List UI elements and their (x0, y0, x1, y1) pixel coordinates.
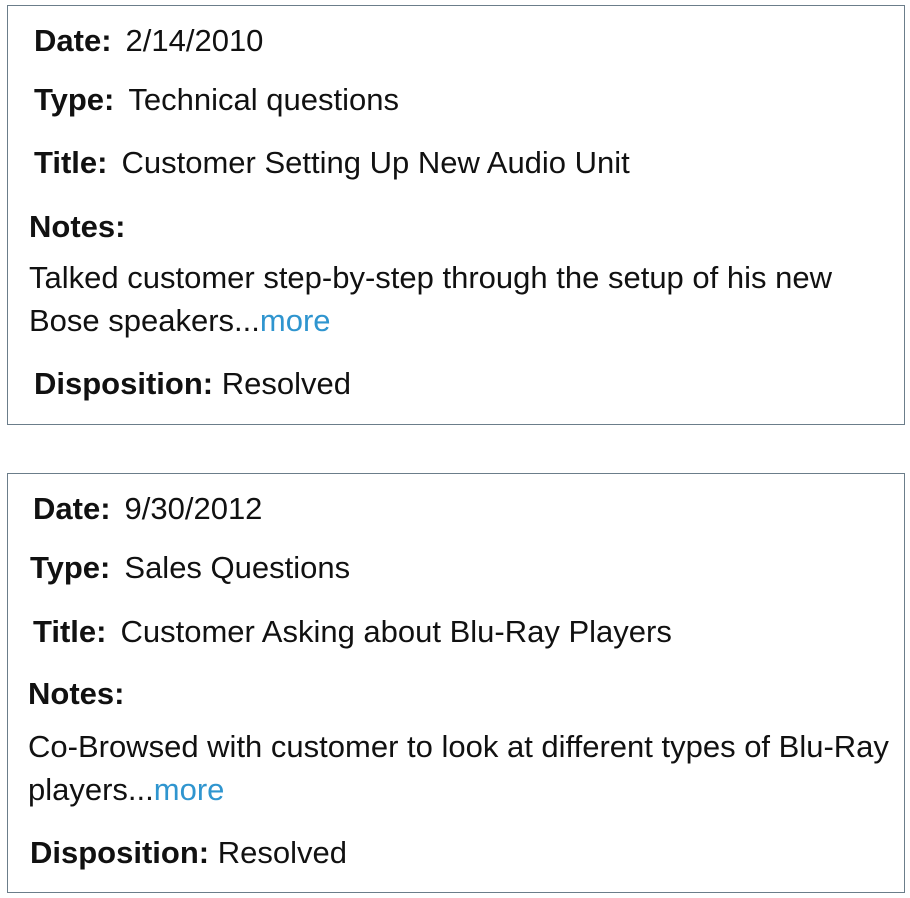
disposition-value: Resolved (221, 366, 351, 401)
disposition-label: Disposition: (30, 835, 210, 870)
date-value: 2/14/2010 (125, 23, 264, 58)
disposition-value: Resolved (217, 835, 347, 870)
title-label: Title: (34, 145, 108, 180)
title-value: Customer Setting Up New Audio Unit (121, 145, 630, 180)
notes-value: Talked customer step-by-step through the… (29, 260, 832, 338)
date-row: Date: 9/30/2012 (33, 491, 262, 527)
disposition-label: Disposition: (34, 366, 214, 401)
disposition-row: Disposition: Resolved (30, 835, 347, 871)
date-label: Date: (33, 491, 111, 526)
notes-text: Talked customer step-by-step through the… (29, 256, 899, 342)
case-card: Date: 9/30/2012 Type: Sales Questions Titl… (7, 473, 905, 893)
notes-label: Notes: (28, 676, 125, 711)
case-card: Date: 2/14/2010 Type: Technical questions … (7, 5, 905, 425)
title-row: Title: Customer Asking about Blu-Ray Play… (33, 614, 672, 650)
more-link[interactable]: more (260, 303, 331, 338)
notes-label: Notes: (29, 209, 126, 244)
title-value: Customer Asking about Blu-Ray Players (120, 614, 672, 649)
disposition-row: Disposition: Resolved (34, 366, 351, 402)
title-row: Title: Customer Setting Up New Audio Unit (34, 145, 630, 181)
date-value: 9/30/2012 (124, 491, 263, 526)
type-value: Technical questions (128, 82, 399, 117)
type-label: Type: (30, 550, 111, 585)
title-label: Title: (33, 614, 107, 649)
type-row: Type: Sales Questions (30, 550, 350, 586)
more-link[interactable]: more (154, 772, 225, 807)
date-label: Date: (34, 23, 112, 58)
date-row: Date: 2/14/2010 (34, 23, 263, 59)
notes-text: Co-Browsed with customer to look at diff… (28, 725, 898, 811)
type-label: Type: (34, 82, 115, 117)
type-value: Sales Questions (124, 550, 351, 585)
type-row: Type: Technical questions (34, 82, 399, 118)
